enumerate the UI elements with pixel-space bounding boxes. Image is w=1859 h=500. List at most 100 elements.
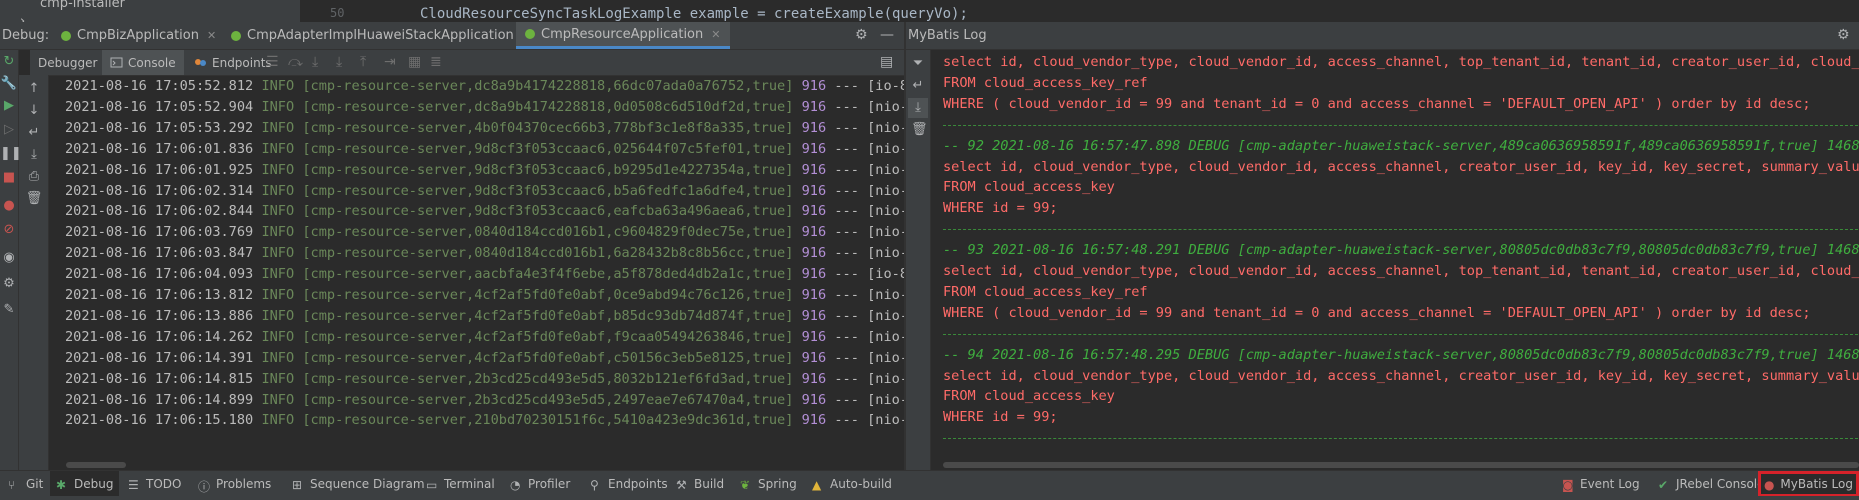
bottom-tab-sequence[interactable]: ⊞ Sequence Diagram (286, 471, 431, 497)
log-pid: 916 (801, 161, 827, 178)
bottom-tab-endpoints[interactable]: ⚲ Endpoints (584, 471, 674, 497)
bottom-tab-spring[interactable]: ❦ Spring (734, 471, 803, 497)
log-pid: 916 (801, 391, 827, 408)
console-output[interactable]: 2021-08-16 17:05:52.812 INFO [cmp-resour… (49, 76, 904, 470)
log-pid: 916 (801, 98, 827, 115)
rerun-icon[interactable]: ↻ (0, 54, 18, 69)
layout-icon[interactable]: ▤ (880, 54, 893, 70)
sql-line: select id, cloud_vendor_type, cloud_vend… (943, 54, 1859, 70)
mute-breakpoints-icon[interactable]: ⊘ (0, 222, 18, 237)
filter-icon[interactable]: ⏷ (911, 56, 925, 71)
hammer-icon: ⚒ (676, 477, 687, 492)
log-msg: [cmp-resource-server,4cf2af5fd0fe0abf,b8… (302, 307, 794, 324)
menu-icon[interactable]: ☰ (266, 54, 279, 70)
tab-debugger[interactable]: Debugger (30, 50, 105, 75)
camera-icon[interactable]: ◉ (0, 250, 18, 265)
run-tab-biz[interactable]: CmpBizApplication ✕ (52, 22, 226, 49)
soft-wrap-icon[interactable]: ↵ (25, 125, 43, 140)
gear-icon[interactable]: ⚙ (855, 27, 868, 43)
log-ts: 2021-08-16 17:06:14.391 (65, 349, 254, 366)
debug-side-toolbar: ↻ 🔧 ▶ ▷ ❚❚ ■ ● ⊘ ◉ ⚙ ✎ (0, 50, 22, 470)
log-separator (943, 229, 1859, 231)
print-icon[interactable]: ⎙ (25, 169, 43, 184)
minimize-icon[interactable]: — (880, 27, 894, 43)
log-msg: [cmp-resource-server,4cf2af5fd0fe0abf,0c… (302, 287, 794, 303)
endpoints-icon: ⚲ (590, 477, 599, 492)
trash-icon[interactable]: 🗑 (25, 191, 43, 206)
resume-icon[interactable]: ▶ (0, 98, 18, 113)
console-scrollbar[interactable] (66, 462, 126, 468)
gear-icon[interactable]: ⚙ (1837, 27, 1850, 43)
log-row: 2021-08-16 17:06:14.391 INFO [cmp-resour… (65, 348, 904, 368)
debug-toolwindow-header: Debug: CmpBizApplication ✕ CmpAdapterImp… (0, 22, 904, 50)
evaluate-icon[interactable]: ▦ (408, 54, 421, 70)
sql-line: FROM cloud_access_key (943, 179, 1115, 196)
bottom-tab-jrebel[interactable]: ✔ JRebel Console (1652, 471, 1771, 497)
log-thr: [nio-8 (867, 98, 904, 115)
bottom-tab-debug[interactable]: ✱ Debug (50, 471, 120, 497)
log-lvl: INFO (261, 203, 295, 220)
log-lvl: INFO (261, 370, 295, 387)
log-dash: --- (834, 78, 859, 94)
force-step-into-icon[interactable]: ⤓ (336, 54, 342, 70)
bottom-tab-autobuild[interactable]: ▲ Auto-build (806, 471, 898, 497)
bottom-tab-git[interactable]: ⑂ Git (2, 471, 49, 497)
wrench-icon[interactable]: 🔧 (0, 76, 18, 91)
log-ts: 2021-08-16 17:06:13.886 (65, 307, 254, 324)
log-msg: [cmp-resource-server,9d8cf3f053ccaac6,02… (302, 140, 794, 157)
stop-icon[interactable]: ■ (0, 170, 18, 185)
log-thr: [nio-8 (867, 412, 904, 429)
step-into-icon[interactable]: ⤓ (312, 54, 318, 70)
list-icon: ☰ (128, 477, 139, 492)
log-thr: [io-87 (867, 266, 904, 283)
settings-icon[interactable]: ⚙ (0, 276, 18, 291)
format-icon[interactable]: ↵ (911, 78, 925, 93)
close-icon[interactable]: ✕ (711, 28, 720, 41)
log-ts: 2021-08-16 17:06:02.314 (65, 182, 254, 199)
log-row: 2021-08-16 17:06:02.844 INFO [cmp-resour… (65, 201, 904, 221)
log-dash: --- (834, 307, 859, 324)
log-ts: 2021-08-16 17:05:52.812 (65, 78, 254, 94)
bottom-tab-build[interactable]: ⚒ Build (670, 471, 730, 497)
run-to-cursor-icon[interactable]: ⇥ (384, 54, 396, 70)
log-ts: 2021-08-16 17:06:03.769 (65, 224, 254, 241)
mybatis-scrollbar[interactable] (943, 462, 1859, 468)
run-tab-resource[interactable]: CmpResourceApplication ✕ (516, 22, 731, 49)
step-over-icon[interactable]: ⤼ (288, 54, 303, 70)
up-arrow-icon[interactable]: ↑ (25, 81, 43, 96)
step-out-icon[interactable]: ⤒ (360, 54, 366, 70)
line-number: 50 (330, 6, 345, 20)
bottom-tab-mybatis-log[interactable]: ● MyBatis Log (1758, 471, 1859, 497)
bottom-tab-todo[interactable]: ☰ TODO (122, 471, 187, 497)
run-tab-huawei[interactable]: CmpAdapterImplHuaweiStackApplication ✕ (222, 22, 541, 49)
scroll-to-end-icon[interactable]: ⤓ (908, 98, 928, 118)
project-item[interactable]: cmp-installer (40, 0, 125, 11)
trace-icon[interactable]: ≣ (430, 54, 442, 70)
log-ts: 2021-08-16 17:06:02.844 (65, 203, 254, 220)
log-ts: 2021-08-16 17:06:01.836 (65, 140, 254, 157)
mybatis-log-output[interactable]: select id, cloud_vendor_type, cloud_vend… (931, 50, 1859, 460)
log-dash: --- (834, 119, 859, 136)
trash-icon[interactable]: 🗑 (911, 122, 928, 137)
close-icon[interactable]: ✕ (207, 29, 216, 42)
console-icon (110, 57, 123, 68)
pin-icon[interactable]: ✎ (0, 302, 18, 317)
resume-disabled-icon[interactable]: ▷ (0, 122, 18, 137)
endpoints-icon (195, 59, 206, 66)
bottom-tab-terminal[interactable]: ▭ Terminal (420, 471, 501, 497)
status-bar (0, 496, 1859, 500)
log-dash: --- (834, 328, 859, 345)
bottom-tab-event-log[interactable]: ◙ Event Log (1556, 471, 1646, 497)
scroll-to-end-icon[interactable]: ⤓ (25, 147, 43, 162)
pause-icon[interactable]: ❚❚ (0, 146, 22, 161)
log-lvl: INFO (261, 328, 295, 345)
breakpoints-icon[interactable]: ● (0, 198, 18, 213)
tab-console[interactable]: Console (102, 50, 184, 75)
log-thr: [nio-8 (867, 140, 904, 157)
bottom-tab-profiler[interactable]: ◔ Profiler (504, 471, 576, 497)
down-arrow-icon[interactable]: ↓ (25, 103, 43, 118)
log-lvl: INFO (261, 161, 295, 178)
bottom-tab-problems[interactable]: ⓘ Problems (192, 471, 277, 497)
log-ts: 2021-08-16 17:06:15.180 (65, 412, 254, 429)
log-msg: [cmp-resource-server,9d8cf3f053ccaac6,b9… (302, 161, 794, 178)
